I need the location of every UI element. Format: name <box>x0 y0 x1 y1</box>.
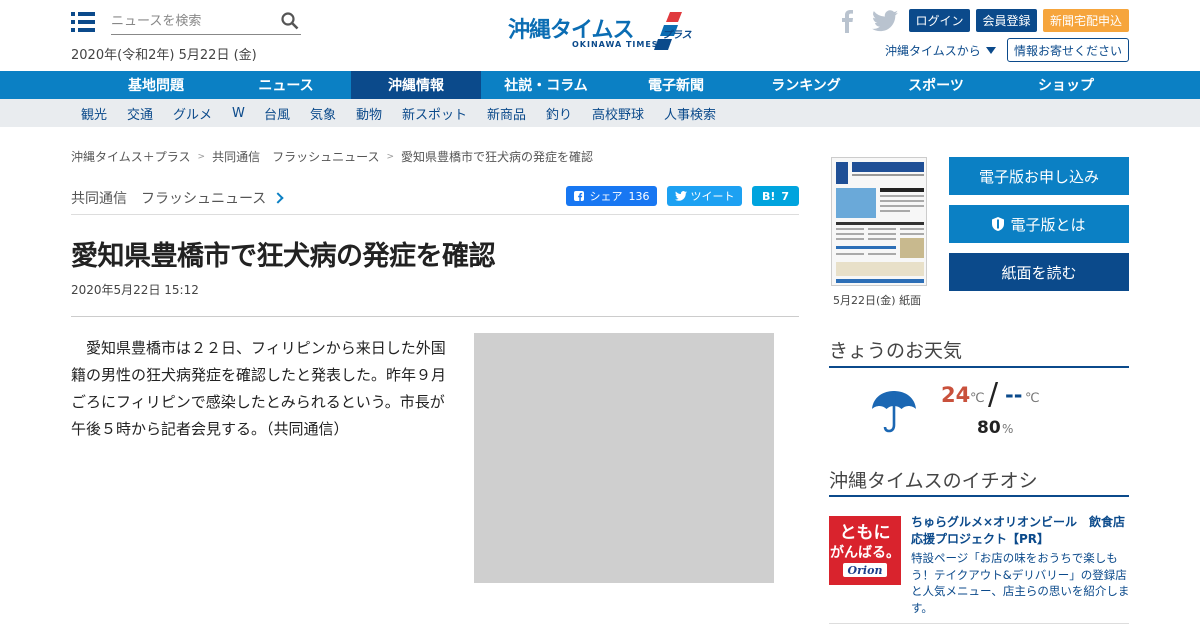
temp-high: 24 <box>941 383 971 407</box>
heading-underline <box>829 366 1129 368</box>
subnav-item[interactable]: 観光 <box>81 99 107 127</box>
article-image-placeholder <box>474 333 774 583</box>
newspaper-caption: 5月22日(金) 紙面 <box>833 294 922 307</box>
hatena-bookmark-button[interactable]: B! 7 <box>752 186 799 206</box>
menu-icon[interactable] <box>71 12 95 33</box>
subnav-item[interactable]: 気象 <box>310 99 336 127</box>
main-nav: 基地問題 ニュース 沖縄情報 社説・コラム 電子新聞 ランキング スポーツ ショ… <box>0 71 1200 99</box>
heading-underline <box>829 495 1129 497</box>
from-link-label: 沖縄タイムスから <box>885 44 981 58</box>
search-icon[interactable] <box>281 12 299 30</box>
read-paper-button[interactable]: 紙面を読む <box>949 253 1129 291</box>
nav-item-digital-paper[interactable]: 電子新聞 <box>611 71 741 99</box>
search-input[interactable] <box>111 10 271 32</box>
article-body: 愛知県豊橋市は２２日、フィリピンから来日した外国籍の男性の狂犬病発症を確認したと… <box>71 339 447 438</box>
temp-low: -- <box>1005 383 1023 407</box>
subnav-item[interactable]: 高校野球 <box>592 99 644 127</box>
temp-unit: ℃ <box>970 391 985 406</box>
weather-heading: きょうのお天気 <box>829 340 963 362</box>
site-logo[interactable]: 沖縄タイムス OKINAWA TIMES プラス <box>508 12 698 52</box>
bookmark-count: 7 <box>781 189 790 203</box>
pickup-thumbnail[interactable]: ともに がんばる。 Orion <box>829 516 901 585</box>
hatena-icon: B! <box>761 189 776 203</box>
share-label: シェア <box>589 190 623 203</box>
pickup-description: 特設ページ「お店の味をおうちで楽しもう！テイクアウト&デリバリー」の登録店と人気… <box>911 551 1130 615</box>
breadcrumb-item[interactable]: 共同通信 フラッシュニュース <box>212 148 379 165</box>
shield-icon <box>992 217 1005 231</box>
divider <box>829 623 1129 624</box>
subnav-item[interactable]: 人事検索 <box>664 99 716 127</box>
rain-chance: 80 <box>977 418 1001 438</box>
chevron-right-icon <box>272 192 284 204</box>
caret-down-icon <box>985 47 996 54</box>
breadcrumb-separator-icon: > <box>386 151 395 162</box>
divider <box>71 316 799 317</box>
twitter-icon[interactable] <box>872 10 898 32</box>
breadcrumb-current: 愛知県豊橋市で狂犬病の発症を確認 <box>401 150 594 164</box>
subnav-item[interactable]: グルメ <box>173 99 212 127</box>
pickup-heading: 沖縄タイムスのイチオシ <box>829 470 1038 492</box>
subnav-item[interactable]: 交通 <box>127 99 153 127</box>
nav-item-news[interactable]: ニュース <box>221 71 351 99</box>
nav-item-shop[interactable]: ショップ <box>1001 71 1131 99</box>
nav-item-sports[interactable]: スポーツ <box>871 71 1001 99</box>
login-button[interactable]: ログイン <box>909 9 970 32</box>
subnav-item[interactable]: 動物 <box>356 99 382 127</box>
sub-nav: 観光 交通 グルメ W 台風 気象 動物 新スポット 新商品 釣り 高校野球 人… <box>0 99 1200 127</box>
digital-about-label: 電子版とは <box>1010 215 1086 234</box>
breadcrumb: 沖縄タイムス＋プラス > 共同通信 フラッシュニュース > 愛知県豊橋市で狂犬病… <box>71 148 593 165</box>
publish-date: 2020年5月22日 15:12 <box>71 283 199 297</box>
nav-item-ranking[interactable]: ランキング <box>741 71 871 99</box>
tweet-button[interactable]: ツイート <box>667 186 742 206</box>
rain-unit: % <box>1002 422 1014 436</box>
search-box <box>111 8 301 35</box>
subnav-item[interactable]: 釣り <box>546 99 572 127</box>
logo-english: OKINAWA TIMES <box>572 40 659 49</box>
from-okinawa-times-menu[interactable]: 沖縄タイムスから <box>885 42 996 59</box>
divider <box>71 214 799 215</box>
delivery-signup-button[interactable]: 新聞宅配申込 <box>1043 9 1129 32</box>
temp-separator: / <box>988 377 999 412</box>
subnav-item[interactable]: 新商品 <box>487 99 526 127</box>
newspaper-thumbnail[interactable] <box>831 157 927 286</box>
breadcrumb-separator-icon: > <box>197 151 206 162</box>
facebook-share-button[interactable]: シェア 136 <box>566 186 657 206</box>
twitter-icon <box>674 191 687 201</box>
subnav-item[interactable]: 新スポット <box>402 99 467 127</box>
register-button[interactable]: 会員登録 <box>976 9 1037 32</box>
today-date: 2020年(令和2年) 5月22日 (金) <box>71 48 257 63</box>
temp-unit: ℃ <box>1025 391 1040 406</box>
newspaper-page-image <box>832 158 926 285</box>
article-category[interactable]: 共同通信 フラッシュニュース <box>71 188 284 208</box>
nav-item-editorial[interactable]: 社説・コラム <box>481 71 611 99</box>
facebook-icon[interactable] <box>840 9 854 33</box>
nav-item-base-issues[interactable]: 基地問題 <box>91 71 221 99</box>
digital-subscribe-button[interactable]: 電子版お申し込み <box>949 157 1129 195</box>
category-label: 共同通信 フラッシュニュース <box>71 191 267 207</box>
orion-promo-image: ともに がんばる。 Orion <box>829 516 901 585</box>
nav-item-okinawa-info[interactable]: 沖縄情報 <box>351 71 481 99</box>
facebook-icon <box>573 191 584 201</box>
pickup-title[interactable]: ちゅらグルメ×オリオンビール 飲食店応援プロジェクト【PR】 <box>911 514 1131 548</box>
logo-plus: プラス <box>662 30 692 41</box>
tweet-label: ツイート <box>690 190 735 203</box>
article-title: 愛知県豊橋市で狂犬病の発症を確認 <box>71 241 496 272</box>
subnav-item[interactable]: W <box>232 99 245 127</box>
umbrella-icon <box>872 391 916 433</box>
digital-about-button[interactable]: 電子版とは <box>949 205 1129 243</box>
promo-text-2: がんばる。 <box>830 544 900 561</box>
promo-text-1: ともに <box>840 523 891 543</box>
share-count: 136 <box>628 189 650 203</box>
breadcrumb-item[interactable]: 沖縄タイムス＋プラス <box>71 148 191 165</box>
subnav-item[interactable]: 台風 <box>264 99 290 127</box>
send-info-button[interactable]: 情報お寄せください <box>1007 38 1129 62</box>
promo-brand: Orion <box>848 564 883 577</box>
